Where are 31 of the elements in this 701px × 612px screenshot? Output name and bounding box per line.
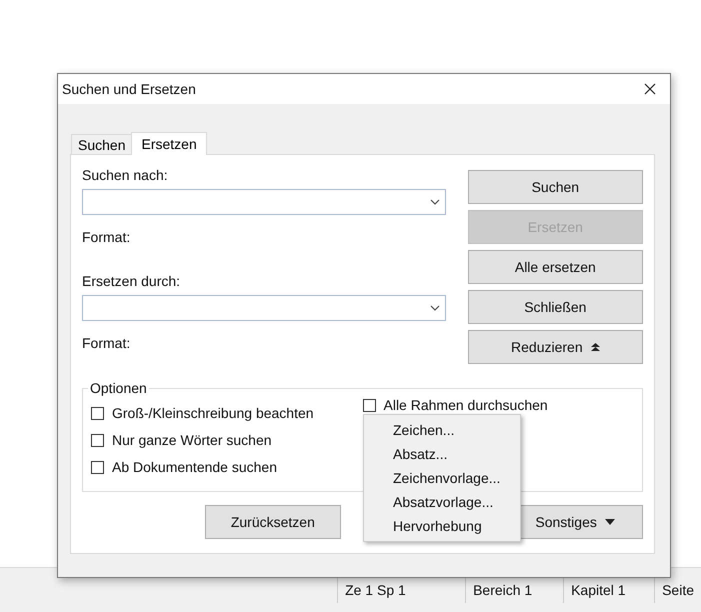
close-icon bbox=[644, 83, 656, 95]
field-label: Ersetzen durch: bbox=[82, 273, 182, 291]
checkbox-label: Alle Rahmen durchsuchen bbox=[384, 397, 548, 413]
field-label: Suchen nach: bbox=[82, 167, 169, 185]
checkbox[interactable] bbox=[91, 460, 104, 474]
format-label: Format: bbox=[82, 335, 132, 353]
checkbox-label: Ab Dokumentende suchen bbox=[112, 459, 277, 475]
dialog-button[interactable]: Reduzieren bbox=[468, 330, 643, 364]
menu-item[interactable]: Zeichen... bbox=[364, 418, 520, 442]
search-field[interactable] bbox=[82, 189, 446, 215]
checkbox[interactable] bbox=[362, 398, 376, 412]
format-label: Format: bbox=[82, 229, 132, 247]
chevron-down-icon bbox=[430, 199, 440, 205]
chevron-down-icon bbox=[430, 305, 440, 311]
tab[interactable]: Ersetzen bbox=[131, 132, 207, 155]
caret-down-icon bbox=[604, 519, 615, 525]
replace-field[interactable] bbox=[82, 295, 446, 321]
window-title: Suchen und Ersetzen bbox=[62, 81, 196, 97]
dialog-button[interactable]: Alle ersetzen bbox=[468, 250, 643, 284]
checkbox[interactable] bbox=[91, 406, 104, 420]
group-title: Optionen bbox=[88, 380, 149, 396]
checkbox-label: Groß-/Kleinschreibung beachten bbox=[112, 405, 314, 421]
reset-button[interactable]: Zurücksetzen bbox=[205, 505, 341, 539]
dialog-button[interactable]: Schließen bbox=[468, 290, 643, 324]
menu-item[interactable]: Absatz... bbox=[364, 442, 520, 466]
checkbox[interactable] bbox=[91, 434, 104, 446]
menu-item[interactable]: Zeichenvorlage... bbox=[364, 466, 520, 490]
tab[interactable]: Suchen bbox=[71, 134, 132, 155]
checkbox-label: Nur ganze Wörter suchen bbox=[112, 432, 272, 448]
dialog-button[interactable]: Suchen bbox=[468, 170, 643, 204]
collapse-up-icon bbox=[590, 342, 600, 352]
